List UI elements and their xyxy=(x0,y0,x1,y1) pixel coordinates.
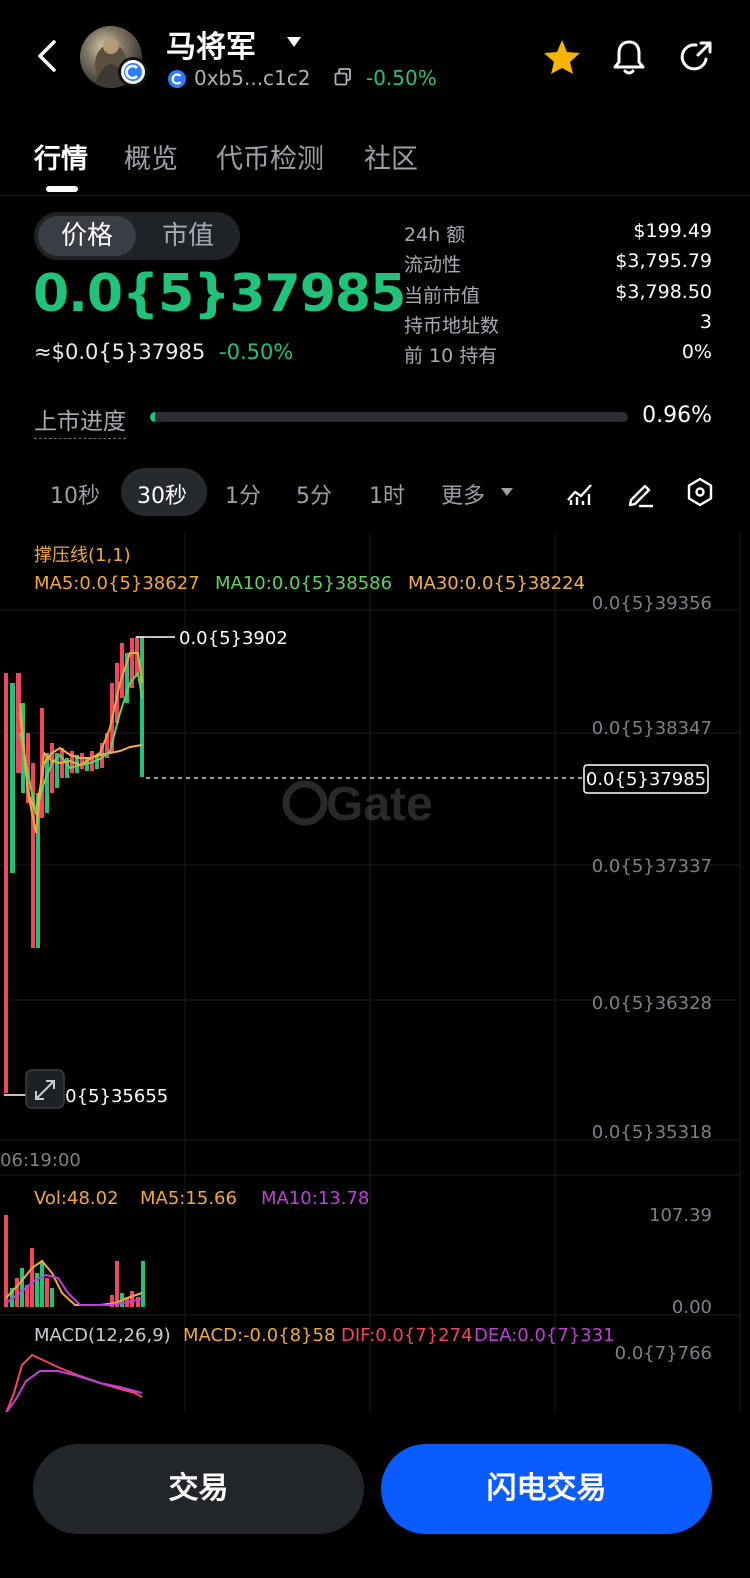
flash-trade-button[interactable]: 闪电交易 xyxy=(381,1444,712,1534)
y-tick: 0.0{5}35318 xyxy=(592,1122,712,1143)
y-tick: 0.0{5}39356 xyxy=(592,593,712,614)
interval-1m[interactable]: 1分 xyxy=(225,478,261,510)
macd-tick: 0.0{7}766 xyxy=(615,1343,712,1364)
stat-label-holders: 持币地址数 xyxy=(404,315,500,337)
volume-legend: Vol:48.02 xyxy=(34,1188,119,1209)
stat-label-top10: 前 10 持有 xyxy=(404,345,498,367)
stat-value-market-cap: $3,798.50 xyxy=(615,281,712,303)
low-price-label: 0.0{5}35655 xyxy=(48,1086,168,1107)
tab-community[interactable]: 社区 xyxy=(364,137,418,176)
stat-value-liquidity: $3,795.79 xyxy=(615,250,712,272)
stat-value-volume: $199.49 xyxy=(633,220,712,242)
header-price-change: -0.50% xyxy=(366,66,437,90)
ma5-legend: MA5:0.0{5}38627 xyxy=(34,573,200,594)
token-name[interactable]: 马将军 xyxy=(166,22,256,66)
favorite-star-icon[interactable] xyxy=(542,38,582,76)
tab-token-check[interactable]: 代币检测 xyxy=(216,137,324,176)
draw-pen-icon[interactable] xyxy=(625,478,655,508)
volume-bar xyxy=(15,1278,19,1307)
candle xyxy=(10,683,15,873)
stat-label-volume: 24h 额 xyxy=(404,224,466,246)
volume-bar xyxy=(30,1248,34,1307)
volume-bar xyxy=(50,1288,54,1307)
price-change: -0.50% xyxy=(219,340,294,364)
chain-icon xyxy=(168,70,186,88)
dea-legend: DEA:0.0{7}331 xyxy=(474,1325,615,1346)
settings-hexagon-icon[interactable] xyxy=(684,476,716,508)
listing-progress-value: 0.96% xyxy=(642,403,712,428)
interval-10s[interactable]: 10秒 xyxy=(50,478,100,510)
tab-market[interactable]: 行情 xyxy=(34,137,88,176)
stat-value-holders: 3 xyxy=(699,311,712,333)
bell-icon[interactable] xyxy=(610,37,648,77)
volume-bar xyxy=(20,1268,24,1307)
volume-bar xyxy=(40,1261,44,1307)
toggle-price[interactable]: 价格 xyxy=(38,216,136,256)
watermark-text: Gate xyxy=(326,778,433,831)
listing-progress-label[interactable]: 上市进度 xyxy=(34,402,126,439)
y-tick: 0.0{5}38347 xyxy=(592,718,712,739)
listing-progress-bar xyxy=(150,412,628,422)
share-icon[interactable] xyxy=(676,37,714,77)
ma10-legend: MA10:0.0{5}38586 xyxy=(215,573,392,594)
volume-bar xyxy=(45,1278,49,1307)
interval-30s[interactable]: 30秒 xyxy=(137,478,187,510)
dif-legend: DIF:0.0{7}274 xyxy=(341,1325,473,1346)
ma30-legend: MA30:0.0{5}38224 xyxy=(408,573,585,594)
usd-price: ≈$0.0{5}37985 xyxy=(34,340,206,364)
back-icon[interactable] xyxy=(30,34,66,78)
current-price-label: 0.0{5}37985 xyxy=(586,769,706,790)
volume-bars xyxy=(4,1215,145,1307)
divider xyxy=(0,195,750,196)
chart-grid xyxy=(0,533,741,1413)
indicator-icon[interactable] xyxy=(565,478,595,508)
interval-1h[interactable]: 1时 xyxy=(369,478,405,510)
candle xyxy=(140,637,144,777)
stat-label-market-cap: 当前市值 xyxy=(404,285,481,307)
volume-bar xyxy=(136,1297,140,1307)
toggle-market-cap[interactable]: 市值 xyxy=(140,216,236,256)
chevron-down-icon[interactable] xyxy=(500,487,514,497)
listing-progress-fill xyxy=(150,412,155,422)
stat-label-liquidity: 流动性 xyxy=(404,254,462,276)
interval-5m[interactable]: 5分 xyxy=(296,478,332,510)
dif-line xyxy=(5,1353,143,1413)
volume-ma10-legend: MA10:13.78 xyxy=(261,1188,369,1209)
y-tick: 0.0{5}37337 xyxy=(592,856,712,877)
contract-address: 0xb5...c1c2 xyxy=(194,66,311,90)
y-tick: 0.0{5}36328 xyxy=(592,993,712,1014)
chevron-down-icon[interactable] xyxy=(286,36,302,48)
volume-bar xyxy=(130,1291,134,1307)
dea-line xyxy=(5,1370,143,1413)
volume-ma5-legend: MA5:15.66 xyxy=(140,1188,237,1209)
volume-max-tick: 107.39 xyxy=(649,1205,712,1226)
gate-watermark: Gate xyxy=(282,778,433,831)
volume-bar xyxy=(4,1215,8,1307)
expand-icon[interactable] xyxy=(25,1069,65,1109)
current-price: 0.0{5}37985 xyxy=(33,264,406,324)
tab-overview[interactable]: 概览 xyxy=(124,137,178,176)
copy-icon[interactable] xyxy=(333,67,353,87)
volume-bar xyxy=(115,1261,119,1307)
high-price-label: 0.0{5}3902 xyxy=(179,628,288,649)
stat-value-top10: 0% xyxy=(681,341,712,363)
tab-underline xyxy=(46,186,78,192)
interval-more[interactable]: 更多 xyxy=(441,478,485,510)
macd-legend: MACD(12,26,9) xyxy=(34,1325,171,1346)
candle xyxy=(80,753,84,769)
time-axis-label: 06:19:00 xyxy=(0,1150,81,1171)
volume-min-tick: 0.00 xyxy=(672,1297,712,1318)
support-line-legend: 撑压线(1,1) xyxy=(34,545,131,566)
kline-chart[interactable]: Gate 撑压线(1,1) MA5:0.0{5}38627 MA10:0.0{5… xyxy=(0,533,750,1413)
trade-button[interactable]: 交易 xyxy=(33,1444,364,1534)
candle xyxy=(4,673,8,1093)
macd-value-legend: MACD:-0.0{8}58 xyxy=(183,1325,335,1346)
chain-badge-icon xyxy=(118,57,148,87)
